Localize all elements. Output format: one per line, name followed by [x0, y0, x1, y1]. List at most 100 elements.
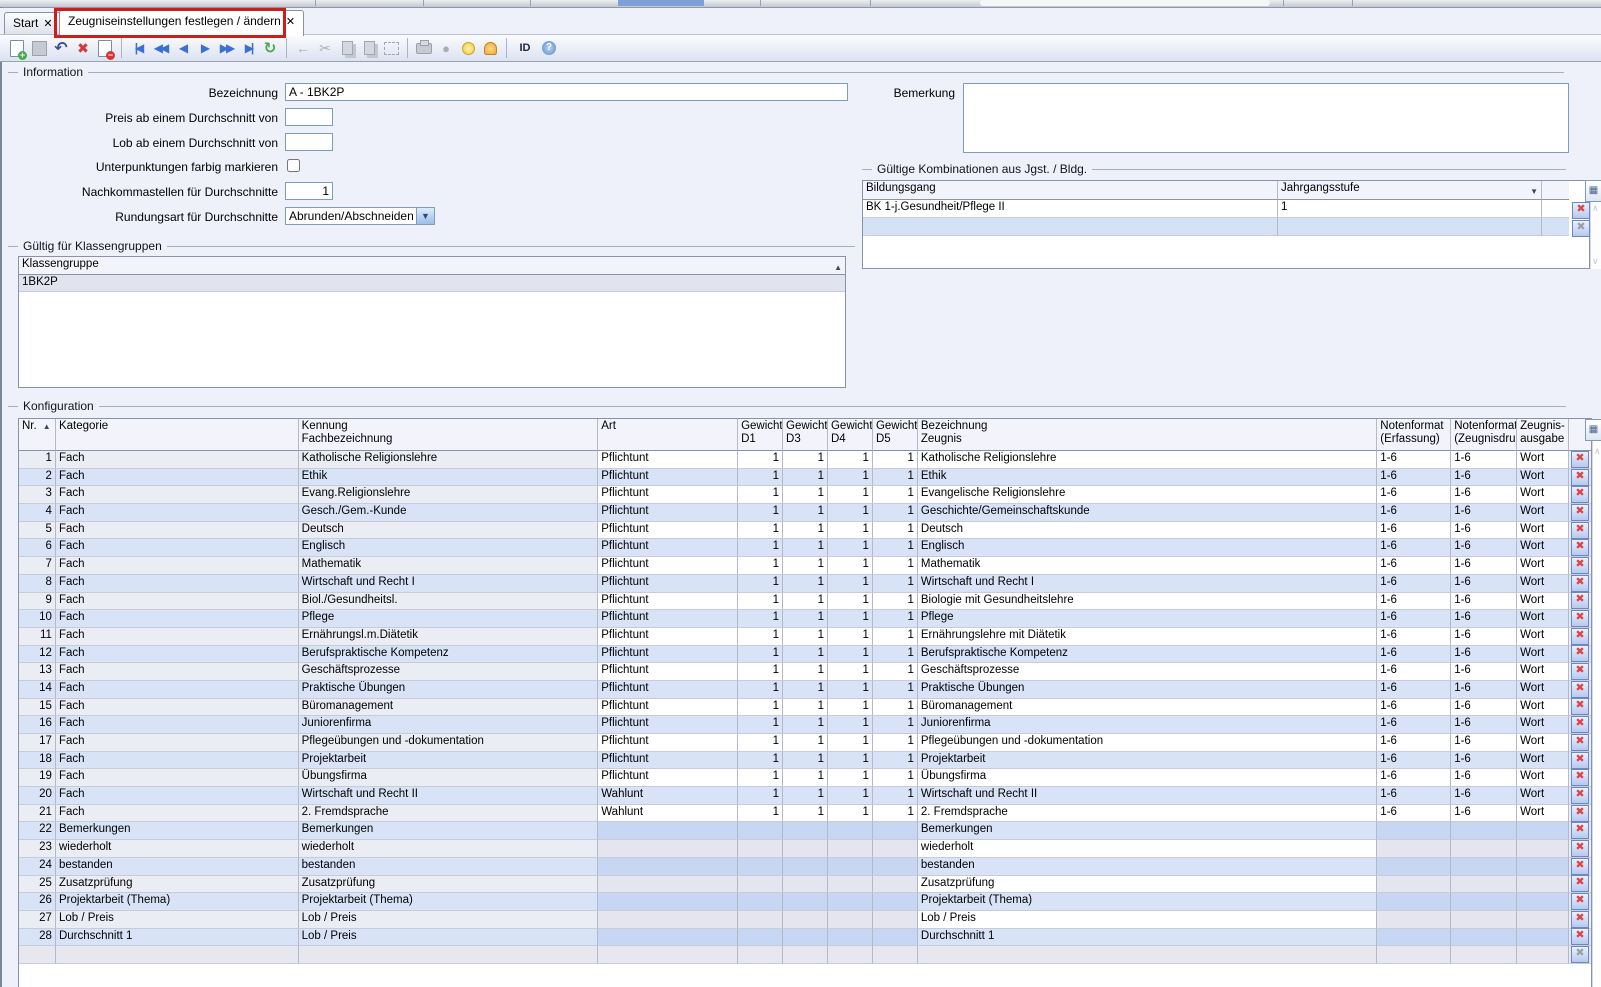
cell[interactable]: Wort	[1517, 610, 1570, 628]
cell[interactable]	[738, 875, 784, 894]
cell[interactable]: 1	[738, 769, 784, 788]
cell[interactable]: Wort	[1517, 627, 1570, 646]
nav-next-icon[interactable]: ▶	[194, 38, 214, 58]
cell[interactable]: Pflichtunt	[598, 468, 739, 487]
cell[interactable]: Fach	[55, 574, 299, 593]
preis-input[interactable]	[285, 108, 333, 126]
nav-prev-icon[interactable]: ◀	[172, 38, 192, 58]
cell[interactable]: Bemerkungen	[55, 822, 299, 841]
cell[interactable]: Durchschnitt 1	[917, 928, 1378, 947]
cell[interactable]: 1	[827, 769, 873, 788]
cell[interactable]: 1	[827, 804, 873, 823]
delete-row-button[interactable]: ✖	[1571, 910, 1590, 928]
cell[interactable]: 1	[738, 716, 784, 734]
cell[interactable]: 1	[19, 451, 56, 469]
cell[interactable]: Wort	[1517, 521, 1570, 540]
cell[interactable]	[1517, 840, 1570, 858]
cell[interactable]: 1	[738, 734, 784, 752]
sort-asc-icon[interactable]: ▲	[834, 261, 842, 274]
cell[interactable]: Fach	[55, 539, 299, 558]
table-row[interactable]: 19 Fach Übungsfirma Pflichtunt 1 1 1 1 Übungsfir…	[19, 769, 1592, 788]
cell[interactable]: Wort	[1517, 734, 1570, 752]
table-row[interactable]: 24 bestanden bestanden bestanden ✖	[19, 857, 1592, 876]
cell[interactable]: Wort	[1517, 574, 1570, 593]
cell[interactable]: Fach	[55, 521, 299, 540]
cell[interactable]: 1	[872, 539, 918, 558]
column-header-kennung[interactable]: Kennung Fachbezeichnung	[298, 419, 599, 451]
cell[interactable]	[598, 822, 739, 841]
cell[interactable]: 1-6	[1377, 804, 1452, 823]
delete-row-button[interactable]: ✖	[1571, 610, 1590, 628]
cell[interactable]: 1	[738, 504, 784, 522]
delete-row-button[interactable]: ✖	[1572, 220, 1590, 237]
cell[interactable]: Fach	[55, 645, 299, 664]
bell-icon[interactable]	[480, 38, 500, 58]
cell[interactable]: 12	[19, 645, 56, 664]
cell[interactable]: 1	[872, 521, 918, 540]
cell[interactable]: 1-6	[1451, 468, 1518, 487]
cell[interactable]: 1	[872, 680, 918, 699]
delete-row-button[interactable]: ✖	[1571, 680, 1590, 698]
cell[interactable]: Gesch./Gem.-Kunde	[298, 504, 599, 522]
cell[interactable]: 1	[827, 539, 873, 558]
cell[interactable]: 8	[19, 574, 56, 593]
cell[interactable]: Wort	[1517, 751, 1570, 770]
cell[interactable]: 1	[827, 521, 873, 540]
cell[interactable]: 1	[827, 663, 873, 681]
cell[interactable]	[872, 946, 918, 964]
cell[interactable]: 1	[738, 521, 784, 540]
cell[interactable]: 1	[783, 663, 828, 681]
cell[interactable]: 13	[19, 663, 56, 681]
delete-row-button[interactable]: ✖	[1571, 698, 1590, 716]
delete-row-button[interactable]: ✖	[1571, 857, 1590, 875]
cell[interactable]: 1	[872, 716, 918, 734]
cell[interactable]: 1	[827, 468, 873, 487]
cell[interactable]	[827, 946, 873, 964]
cell[interactable]: Ernährungsl.m.Diätetik	[298, 627, 599, 646]
cell[interactable]: 23	[19, 840, 56, 858]
cell[interactable]: Pflichtunt	[598, 451, 739, 469]
cell-jahrgangsstufe[interactable]	[1278, 218, 1542, 236]
cell[interactable]: Wort	[1517, 486, 1570, 505]
cell[interactable]: Pflegeübungen und -dokumentation	[917, 734, 1378, 752]
cell[interactable]: Fach	[55, 680, 299, 699]
cell[interactable]	[738, 946, 784, 964]
cell[interactable]: Ethik	[298, 468, 599, 487]
cell[interactable]: 4	[19, 504, 56, 522]
cell[interactable]: 1	[783, 627, 828, 646]
cell[interactable]: Fach	[55, 557, 299, 575]
cell[interactable]: 1	[783, 787, 828, 805]
cell[interactable]: 1	[783, 451, 828, 469]
unterpunktungen-checkbox[interactable]	[287, 159, 300, 172]
kombinationen-lookup-grid-button[interactable]: ▦	[1585, 180, 1601, 202]
cell[interactable]	[827, 822, 873, 841]
cell[interactable]: Projektarbeit	[917, 751, 1378, 770]
cell[interactable]	[1377, 840, 1452, 858]
cell[interactable]: Wort	[1517, 663, 1570, 681]
cell[interactable]: 1	[872, 486, 918, 505]
cell[interactable]: bestanden	[917, 857, 1378, 876]
kombinationen-row[interactable]: BK 1-j.Gesundheit/Pflege II 1	[863, 200, 1589, 218]
cell[interactable]: 1	[827, 680, 873, 699]
delete-row-button[interactable]: ✖	[1571, 822, 1590, 840]
delete-row-button[interactable]: ✖	[1571, 574, 1590, 592]
cell[interactable]	[783, 893, 828, 911]
cell[interactable]: 1	[783, 804, 828, 823]
cell[interactable]: Wort	[1517, 698, 1570, 717]
cell[interactable]: 1	[783, 539, 828, 558]
cell[interactable]: 1-6	[1451, 610, 1518, 628]
cell[interactable]: Fach	[55, 698, 299, 717]
cell[interactable]: 1	[738, 574, 784, 593]
cell[interactable]: 3	[19, 486, 56, 505]
cell-filler[interactable]	[1542, 218, 1569, 236]
column-header-art[interactable]: Art	[598, 419, 739, 451]
help-icon[interactable]: ?	[539, 38, 559, 58]
cell[interactable]: Wirtschaft und Recht I	[917, 574, 1378, 593]
nav-first-icon[interactable]: |◀	[128, 38, 148, 58]
cell[interactable]: Projektarbeit	[298, 751, 599, 770]
cell[interactable]: 1-6	[1377, 680, 1452, 699]
cell[interactable]	[1517, 822, 1570, 841]
cell[interactable]: 1	[872, 698, 918, 717]
cell[interactable]: 1	[872, 468, 918, 487]
cell[interactable]: 1	[783, 504, 828, 522]
